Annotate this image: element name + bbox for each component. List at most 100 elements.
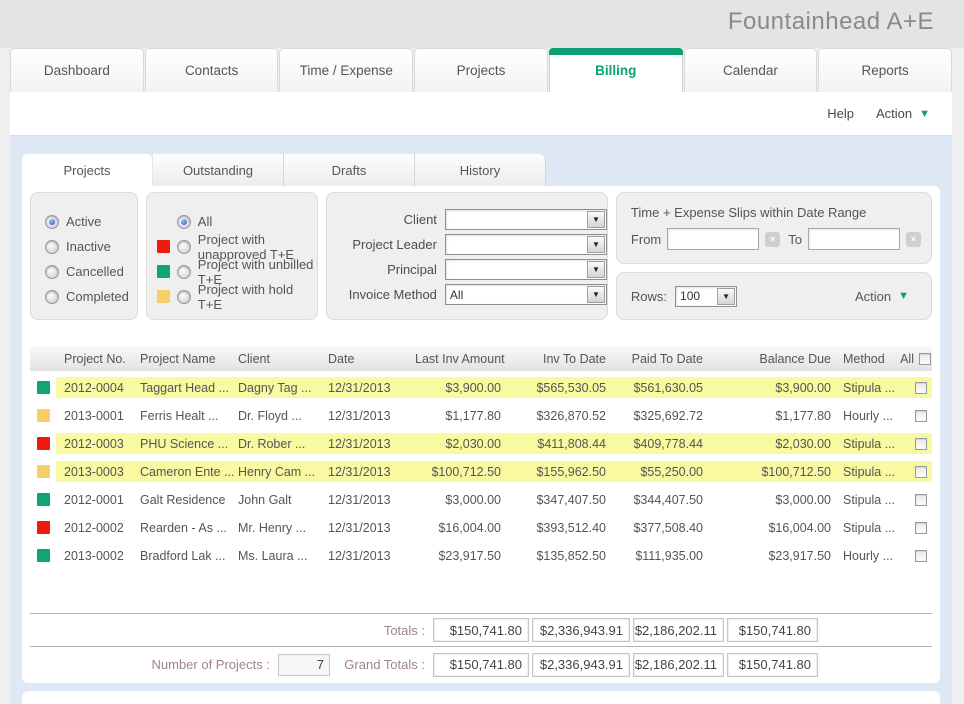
- col-paid-to-date[interactable]: Paid To Date: [612, 352, 709, 366]
- radio-unapproved[interactable]: [177, 240, 191, 254]
- row-status-square: [37, 437, 50, 450]
- dropdown-arrow-icon[interactable]: ▼: [587, 286, 605, 303]
- radio-hold[interactable]: [177, 290, 191, 304]
- cell-date: 12/31/2013: [328, 493, 415, 507]
- row-checkbox[interactable]: [915, 382, 927, 394]
- row-status-square: [37, 521, 50, 534]
- client-label: Client: [327, 212, 445, 227]
- clear-to-date-icon[interactable]: ×: [906, 232, 921, 247]
- dropdown-arrow-icon[interactable]: ▼: [587, 236, 605, 253]
- to-date-input[interactable]: [808, 228, 900, 250]
- from-date-input[interactable]: [667, 228, 759, 250]
- status-filter-box: Active Inactive Cancelled: [30, 192, 138, 320]
- radio-hold-label[interactable]: Project with hold T+E: [198, 282, 317, 312]
- radio-completed-label[interactable]: Completed: [66, 289, 129, 304]
- col-inv-to-date[interactable]: Inv To Date: [507, 352, 612, 366]
- cell-balance-due: $2,030.00: [709, 437, 837, 451]
- radio-row-cancelled[interactable]: Cancelled: [45, 259, 137, 284]
- tab-calendar[interactable]: Calendar: [684, 48, 818, 92]
- dropdown-arrow-icon[interactable]: ▼: [717, 288, 735, 305]
- billing-subtabs: Projects Outstanding Drafts History: [22, 154, 940, 186]
- cell-project-name: Cameron Ente ...: [140, 465, 238, 479]
- dropdown-arrow-icon[interactable]: ▼: [587, 211, 605, 228]
- radio-row-unapproved[interactable]: Project with unapproved T+E: [157, 234, 317, 259]
- grand-totals-label: Grand Totals :: [330, 657, 425, 672]
- row-checkbox[interactable]: [915, 550, 927, 562]
- subtab-drafts[interactable]: Drafts: [284, 154, 415, 186]
- col-method[interactable]: Method: [837, 352, 897, 366]
- radio-unbilled[interactable]: [177, 265, 191, 279]
- radio-all-label[interactable]: All: [198, 214, 212, 229]
- radio-cancelled[interactable]: [45, 265, 59, 279]
- app-title: Fountainhead A+E: [728, 8, 934, 36]
- row-band[interactable]: 2013-0001 Ferris Healt ... Dr. Floyd ...…: [56, 405, 932, 426]
- row-band[interactable]: 2012-0003 PHU Science ... Dr. Rober ... …: [56, 433, 932, 454]
- col-balance-due[interactable]: Balance Due: [709, 352, 837, 366]
- row-band[interactable]: 2013-0003 Cameron Ente ... Henry Cam ...…: [56, 461, 932, 482]
- radio-row-active[interactable]: Active: [45, 209, 137, 234]
- cell-balance-due: $3,000.00: [709, 493, 837, 507]
- help-link[interactable]: Help: [827, 106, 854, 121]
- principal-select[interactable]: ▼: [445, 259, 607, 280]
- from-label: From: [631, 232, 661, 247]
- radio-active-label[interactable]: Active: [66, 214, 101, 229]
- grand-totals-row: Number of Projects : 7 Grand Totals : $1…: [30, 647, 932, 682]
- radio-cancelled-label[interactable]: Cancelled: [66, 264, 124, 279]
- subtab-projects[interactable]: Projects: [22, 154, 153, 186]
- row-checkbox[interactable]: [915, 522, 927, 534]
- row-band[interactable]: 2013-0002 Bradford Lak ... Ms. Laura ...…: [56, 545, 932, 566]
- legend-spacer: [157, 215, 170, 228]
- project-leader-select[interactable]: ▼: [445, 234, 607, 255]
- subtab-history[interactable]: History: [415, 154, 546, 186]
- row-status-square: [37, 465, 50, 478]
- radio-active[interactable]: [45, 215, 59, 229]
- rows-select[interactable]: 100 ▼: [675, 286, 737, 307]
- radio-row-hold[interactable]: Project with hold T+E: [157, 284, 317, 309]
- col-project-name[interactable]: Project Name: [140, 352, 238, 366]
- client-select[interactable]: ▼: [445, 209, 607, 230]
- tab-projects[interactable]: Projects: [414, 48, 548, 92]
- cell-method: Stipula ...: [837, 381, 897, 395]
- select-all-checkbox[interactable]: [919, 353, 931, 365]
- tab-contacts[interactable]: Contacts: [145, 48, 279, 92]
- rows-label: Rows:: [631, 289, 667, 304]
- tab-time-expense[interactable]: Time / Expense: [279, 48, 413, 92]
- table-action-menu[interactable]: Action ▼: [855, 289, 909, 304]
- row-checkbox[interactable]: [915, 494, 927, 506]
- radio-row-unbilled[interactable]: Project with unbilled T+E: [157, 259, 317, 284]
- radio-row-completed[interactable]: Completed: [45, 284, 137, 309]
- cell-project-no: 2013-0001: [56, 409, 140, 423]
- radio-row-inactive[interactable]: Inactive: [45, 234, 137, 259]
- radio-all[interactable]: [177, 215, 191, 229]
- col-last-inv-amount[interactable]: Last Inv Amount: [415, 352, 507, 366]
- col-project-no[interactable]: Project No.: [56, 352, 140, 366]
- clear-from-date-icon[interactable]: ×: [765, 232, 780, 247]
- radio-row-all[interactable]: All: [157, 209, 317, 234]
- cell-last-inv: $3,900.00: [415, 381, 507, 395]
- col-client[interactable]: Client: [238, 352, 328, 366]
- row-checkbox[interactable]: [915, 466, 927, 478]
- radio-inactive-label[interactable]: Inactive: [66, 239, 111, 254]
- subtab-outstanding[interactable]: Outstanding: [153, 154, 284, 186]
- invoice-method-select[interactable]: All ▼: [445, 284, 607, 305]
- col-date[interactable]: Date: [328, 352, 415, 366]
- table-row: 2013-0001 Ferris Healt ... Dr. Floyd ...…: [30, 405, 932, 426]
- tab-reports[interactable]: Reports: [818, 48, 952, 92]
- row-status-square: [37, 409, 50, 422]
- tab-billing[interactable]: Billing: [549, 48, 683, 92]
- radio-completed[interactable]: [45, 290, 59, 304]
- row-checkbox[interactable]: [915, 438, 927, 450]
- radio-inactive[interactable]: [45, 240, 59, 254]
- cell-project-name: Rearden - As ...: [140, 521, 238, 535]
- cell-project-no: 2012-0004: [56, 381, 140, 395]
- row-checkbox[interactable]: [915, 410, 927, 422]
- row-band[interactable]: 2012-0001 Galt Residence John Galt 12/31…: [56, 489, 932, 510]
- dropdown-arrow-icon[interactable]: ▼: [587, 261, 605, 278]
- cell-inv-to-date: $326,870.52: [507, 409, 612, 423]
- tab-dashboard[interactable]: Dashboard: [10, 48, 144, 92]
- cell-inv-to-date: $393,512.40: [507, 521, 612, 535]
- row-band[interactable]: 2012-0004 Taggart Head ... Dagny Tag ...…: [56, 377, 932, 398]
- cell-client: Dr. Rober ...: [238, 437, 328, 451]
- row-band[interactable]: 2012-0002 Rearden - As ... Mr. Henry ...…: [56, 517, 932, 538]
- action-menu[interactable]: Action ▼: [876, 106, 930, 121]
